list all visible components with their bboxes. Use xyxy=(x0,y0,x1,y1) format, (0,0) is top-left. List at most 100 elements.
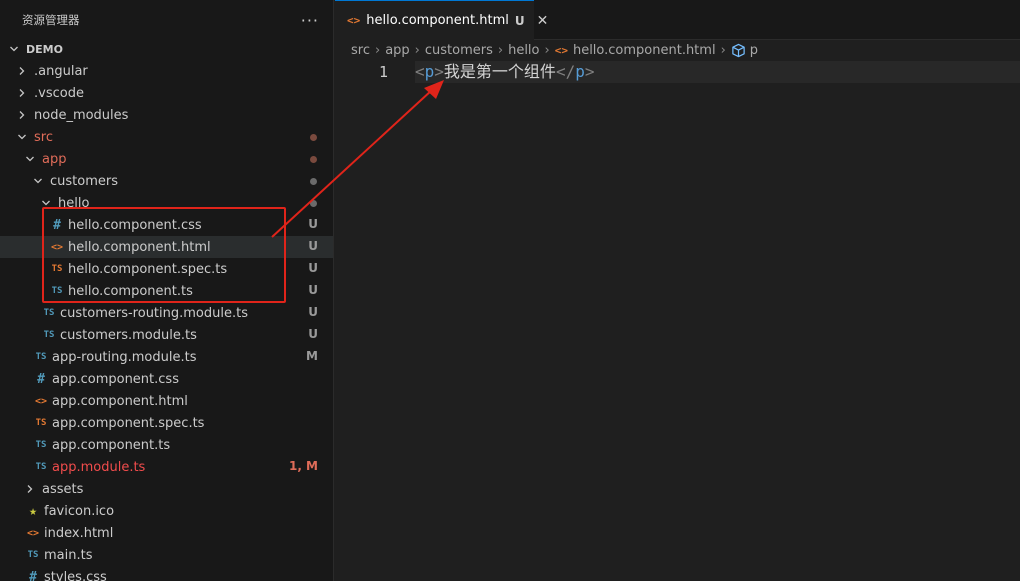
tree-item[interactable]: TS customers.module.ts U xyxy=(0,324,333,346)
git-status-badge: U xyxy=(308,327,318,341)
tree-item[interactable]: assets xyxy=(0,478,333,500)
breadcrumb-symbol[interactable]: p xyxy=(750,43,758,58)
breadcrumb-customers[interactable]: customers xyxy=(425,43,493,58)
tree-item-label: customers xyxy=(50,173,118,189)
tree-item[interactable]: TS app-routing.module.ts M xyxy=(0,346,333,368)
tree-item[interactable]: TS app.component.ts xyxy=(0,434,333,456)
end-tag-open-bracket: </ xyxy=(555,62,576,81)
explorer-title: 资源管理器 xyxy=(22,13,80,27)
code-content[interactable]: <p>我是第一个组件</p> xyxy=(415,61,594,83)
end-tag-close-bracket: > xyxy=(584,62,595,81)
git-status-dot xyxy=(310,156,317,163)
tree-item-label: hello.component.spec.ts xyxy=(68,261,228,277)
breadcrumb-file[interactable]: hello.component.html xyxy=(573,43,716,58)
favicon-star-icon: ★ xyxy=(29,503,37,519)
tree-item[interactable]: TS app.module.ts 1, M xyxy=(0,456,333,478)
typescript-file-icon: TS xyxy=(27,550,39,560)
tree-item-label: app xyxy=(42,151,67,167)
tree-item-label: app.component.html xyxy=(52,393,188,409)
editor-area: <> hello.component.html U ✕ src › app › … xyxy=(335,0,1020,581)
typescript-file-icon: TS xyxy=(43,330,55,340)
tree-item[interactable]: hello xyxy=(0,192,333,214)
explorer-header: 资源管理器 ··· xyxy=(0,0,333,40)
typescript-spec-file-icon: TS xyxy=(51,264,63,274)
tree-item-label: DEMO xyxy=(26,42,63,56)
breadcrumb-app[interactable]: app xyxy=(385,43,409,58)
file-tree: DEMO .angular .vscode node_modulessrc app cus… xyxy=(0,38,333,581)
tree-item[interactable]: TS main.ts xyxy=(0,544,333,566)
chevron-right-icon: › xyxy=(497,42,504,58)
chevron-right-icon: › xyxy=(720,42,726,58)
git-status-badge: U xyxy=(308,239,318,253)
git-status-badge: U xyxy=(308,217,318,231)
typescript-file-icon: TS xyxy=(35,440,47,450)
tree-item[interactable]: .angular xyxy=(0,60,333,82)
chevron-right-icon[interactable] xyxy=(22,481,38,497)
close-icon[interactable]: ✕ xyxy=(537,13,549,29)
git-status-badge: M xyxy=(306,349,318,363)
tree-item[interactable]: <> app.component.html xyxy=(0,390,333,412)
tab-hello-component-html[interactable]: <> hello.component.html U ✕ xyxy=(335,0,548,40)
tree-item-label: styles.css xyxy=(44,569,107,581)
tree-item[interactable]: # styles.css xyxy=(0,566,333,581)
chevron-right-icon: › xyxy=(414,42,420,58)
html-file-icon: <> xyxy=(26,527,40,539)
tree-item[interactable]: DEMO xyxy=(0,38,333,60)
tree-item-label: src xyxy=(34,129,53,145)
tag-open-bracket: < xyxy=(415,62,425,81)
chevron-down-icon[interactable] xyxy=(30,173,46,189)
tree-item-label: main.ts xyxy=(44,547,93,563)
html-file-icon: <> xyxy=(50,241,64,253)
tree-item-label: hello.component.ts xyxy=(68,283,193,299)
tree-item[interactable]: TS customers-routing.module.ts U xyxy=(0,302,333,324)
chevron-down-icon[interactable] xyxy=(22,151,38,167)
tree-item[interactable]: <> hello.component.html U xyxy=(0,236,333,258)
typescript-file-icon: TS xyxy=(35,462,47,472)
tree-item-label: hello.component.html xyxy=(68,239,211,255)
tree-item[interactable]: .vscode xyxy=(0,82,333,104)
explorer-sidebar: 资源管理器 ··· DEMO .angular .vscode node_module… xyxy=(0,0,334,581)
git-status-dot xyxy=(310,200,317,207)
tree-item[interactable]: src xyxy=(0,126,333,148)
git-status-badge: U xyxy=(308,283,318,297)
tree-item-label: app.component.ts xyxy=(52,437,171,453)
chevron-right-icon[interactable] xyxy=(14,85,30,101)
chevron-down-icon[interactable] xyxy=(14,129,30,145)
end-tag-name: p xyxy=(575,62,585,81)
chevron-right-icon: › xyxy=(374,42,381,58)
tree-item-label: index.html xyxy=(44,525,114,541)
tree-item-label: app.component.spec.ts xyxy=(52,415,205,431)
chevron-right-icon[interactable] xyxy=(14,107,30,123)
tab-bar: <> hello.component.html U ✕ xyxy=(335,0,1020,40)
tab-label: hello.component.html xyxy=(366,13,509,28)
chevron-right-icon: › xyxy=(544,42,550,58)
tree-item[interactable]: TS hello.component.ts U xyxy=(0,280,333,302)
more-actions-icon[interactable]: ··· xyxy=(301,11,319,30)
tree-item-label: customers-routing.module.ts xyxy=(60,305,248,321)
chevron-right-icon[interactable] xyxy=(14,63,30,79)
breadcrumb-src[interactable]: src xyxy=(351,43,370,58)
tree-item[interactable]: # app.component.css xyxy=(0,368,333,390)
chevron-down-icon[interactable] xyxy=(38,195,54,211)
css-file-icon: # xyxy=(37,371,45,387)
tree-item[interactable]: <> index.html xyxy=(0,522,333,544)
chevron-down-icon[interactable] xyxy=(6,41,22,57)
code-line-1[interactable]: 1 <p>我是第一个组件</p> xyxy=(335,61,1020,83)
tree-item[interactable]: app xyxy=(0,148,333,170)
tab-git-badge: U xyxy=(514,13,525,28)
tree-item[interactable]: TS app.component.spec.ts xyxy=(0,412,333,434)
tree-item[interactable]: node_modules xyxy=(0,104,333,126)
tree-item[interactable]: customers xyxy=(0,170,333,192)
html-file-icon: <> xyxy=(554,43,568,57)
tree-item[interactable]: ★ favicon.ico xyxy=(0,500,333,522)
css-file-icon: # xyxy=(29,569,37,581)
tree-item-label: assets xyxy=(42,481,84,497)
tree-item-label: hello.component.css xyxy=(68,217,202,233)
tree-item-label: .vscode xyxy=(34,85,84,101)
tree-item[interactable]: # hello.component.css U xyxy=(0,214,333,236)
git-status-badge: U xyxy=(308,305,318,319)
tree-item-label: app.module.ts xyxy=(52,459,146,475)
breadcrumb-hello[interactable]: hello xyxy=(508,43,539,58)
typescript-file-icon: TS xyxy=(35,352,47,362)
tree-item[interactable]: TS hello.component.spec.ts U xyxy=(0,258,333,280)
